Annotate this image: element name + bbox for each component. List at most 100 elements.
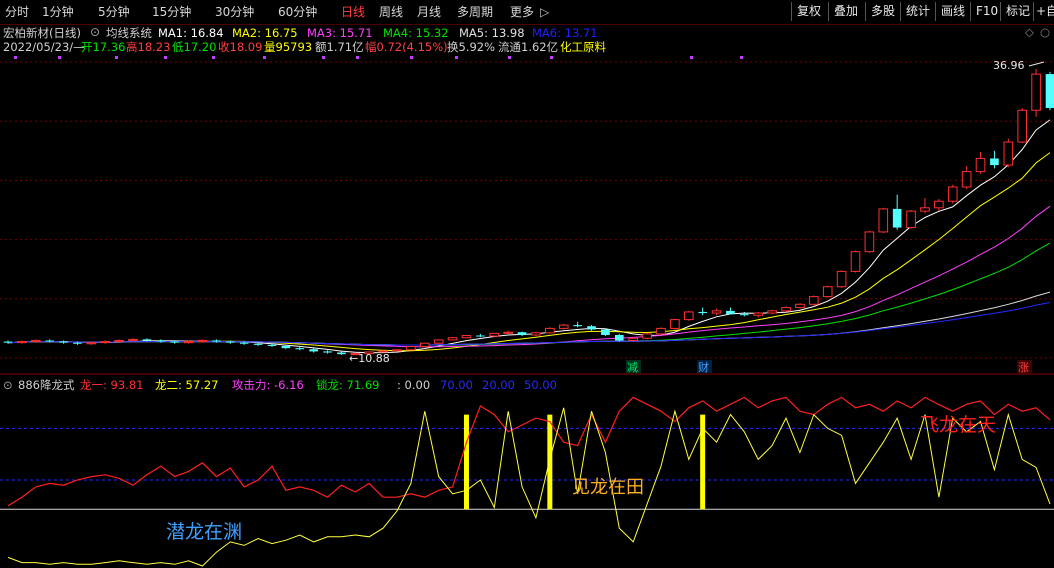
- period-tab-30min[interactable]: 30分钟: [215, 4, 254, 20]
- candle-body-up: [878, 208, 889, 233]
- candle-body-up: [795, 303, 805, 309]
- annotation-qianlong: 潜龙在渊: [166, 521, 242, 543]
- signal-bar: [463, 414, 469, 510]
- marker-cai-bg: [697, 360, 712, 373]
- sub-indicator-name[interactable]: 886降龙式: [18, 378, 74, 392]
- event-dots: [14, 56, 743, 59]
- period-tab-5min[interactable]: 5分钟: [98, 4, 130, 20]
- candle-body-down: [142, 339, 152, 341]
- long1-line: [7, 396, 1051, 507]
- quote-sector: 化工原料: [560, 40, 606, 54]
- candle-body-up: [1031, 73, 1041, 111]
- candle-body-up: [711, 310, 722, 314]
- candle-body-up: [531, 332, 541, 336]
- zixuan-button[interactable]: +自: [1033, 2, 1054, 21]
- candle-body-up: [961, 171, 972, 188]
- ma3-value: MA3: 15.71: [307, 26, 373, 40]
- event-dot: [14, 56, 17, 59]
- kline-chart[interactable]: 36.96 ←10.88 减 财 涨 潜龙在渊 见龙在田 飞龙在天: [0, 0, 1054, 568]
- candle-body-up: [364, 351, 375, 355]
- high-pointer: [1028, 61, 1045, 67]
- candle-body-down: [1045, 74, 1054, 109]
- candle-body-down: [337, 352, 346, 355]
- dropdown-circle-icon[interactable]: ⊙: [90, 25, 100, 39]
- period-tab-daily[interactable]: 日线: [341, 4, 365, 20]
- attack-value: 攻击力: -6.16: [232, 378, 304, 392]
- circle-icon[interactable]: ○: [1040, 25, 1050, 39]
- candle-body-up: [433, 339, 444, 344]
- event-dot: [356, 56, 359, 59]
- marker-cai[interactable]: 财: [698, 360, 709, 374]
- diejia-button[interactable]: 叠加: [828, 2, 863, 21]
- indicator-name[interactable]: 均线系统: [106, 26, 152, 40]
- level-20: 20.00: [482, 378, 515, 392]
- candle-body-up: [753, 312, 764, 316]
- ma2-line: [7, 152, 1051, 352]
- annotation-jianlong: 见龙在田: [572, 477, 644, 498]
- candle-body-up: [642, 333, 652, 339]
- marker-zhang[interactable]: 涨: [1018, 361, 1029, 374]
- candle-body-down: [573, 325, 582, 327]
- candle-body-up: [628, 337, 639, 341]
- chart-grid: [0, 61, 1054, 359]
- candle-body-down: [170, 341, 180, 343]
- candle-body-up: [503, 331, 513, 334]
- period-tab-15min[interactable]: 15分钟: [152, 4, 191, 20]
- more-arrow-icon[interactable]: ▷: [540, 4, 549, 20]
- toolbar: 分时 1分钟 5分钟 15分钟 30分钟 60分钟 日线 周线 月线 多周期 更…: [0, 0, 1054, 25]
- period-tab-1min[interactable]: 1分钟: [42, 4, 74, 20]
- event-dot: [690, 56, 693, 59]
- candle-body-down: [601, 329, 610, 335]
- candle-body-down: [59, 341, 68, 343]
- candle-body-down: [281, 345, 291, 349]
- fuquan-button[interactable]: 复权: [791, 2, 826, 21]
- event-dot: [410, 56, 413, 59]
- candle-body-up: [197, 339, 208, 343]
- lock-value: 锁龙: 71.69: [316, 378, 380, 392]
- period-tab-multi[interactable]: 多周期: [457, 4, 493, 20]
- high-price-label: 36.96: [993, 59, 1025, 72]
- period-tab-more[interactable]: 更多: [510, 4, 534, 20]
- ma5-line: [7, 291, 1051, 346]
- candle-body-down: [45, 340, 54, 342]
- candle-body-up: [1017, 109, 1028, 143]
- candle-body-down: [990, 158, 999, 166]
- signal-bar: [547, 414, 553, 510]
- duogu-button[interactable]: 多股: [865, 2, 900, 21]
- f10-button[interactable]: F10: [970, 2, 1003, 21]
- candle-body-down: [253, 343, 263, 345]
- candle-body-up: [864, 231, 875, 253]
- candle-body-down: [892, 208, 902, 228]
- biaoji-button[interactable]: 标记: [1000, 2, 1035, 21]
- signal-bar: [700, 414, 706, 510]
- huaxian-button[interactable]: 画线: [935, 2, 970, 21]
- ma3-line: [7, 205, 1051, 348]
- marker-jian[interactable]: 减: [627, 361, 638, 374]
- sub-indicator-lines: [7, 396, 1051, 567]
- level-70: 70.00: [440, 378, 473, 392]
- candle-body-down: [295, 348, 305, 350]
- sub-panel-grid: [0, 427, 1054, 510]
- tongji-button[interactable]: 统计: [900, 2, 935, 21]
- diamond-icon[interactable]: ◇: [1025, 25, 1034, 39]
- quote-volume: 量95793: [264, 40, 313, 54]
- level-50: 50.00: [524, 378, 557, 392]
- candle-body-up: [975, 157, 986, 173]
- period-tab-monthly[interactable]: 月线: [417, 4, 441, 20]
- candle-body-up: [17, 341, 27, 344]
- candle-body-up: [809, 296, 819, 305]
- period-tab-weekly[interactable]: 周线: [379, 4, 403, 20]
- candle-body-up: [850, 251, 861, 272]
- period-tab-fenshi[interactable]: 分时: [5, 4, 29, 20]
- candle-body-up: [489, 332, 500, 337]
- quote-close: 收18.09: [218, 40, 263, 54]
- candle-body-up: [545, 327, 555, 334]
- candle-body-up: [447, 337, 458, 341]
- ma2-value: MA2: 16.75: [232, 26, 298, 40]
- sub-dropdown-icon[interactable]: ⊙: [3, 378, 13, 392]
- candle-body-down: [156, 340, 166, 342]
- candle-body-up: [836, 270, 847, 288]
- moving-average-lines: [7, 119, 1051, 354]
- candle-body-up: [392, 349, 402, 352]
- period-tab-60min[interactable]: 60分钟: [278, 4, 317, 20]
